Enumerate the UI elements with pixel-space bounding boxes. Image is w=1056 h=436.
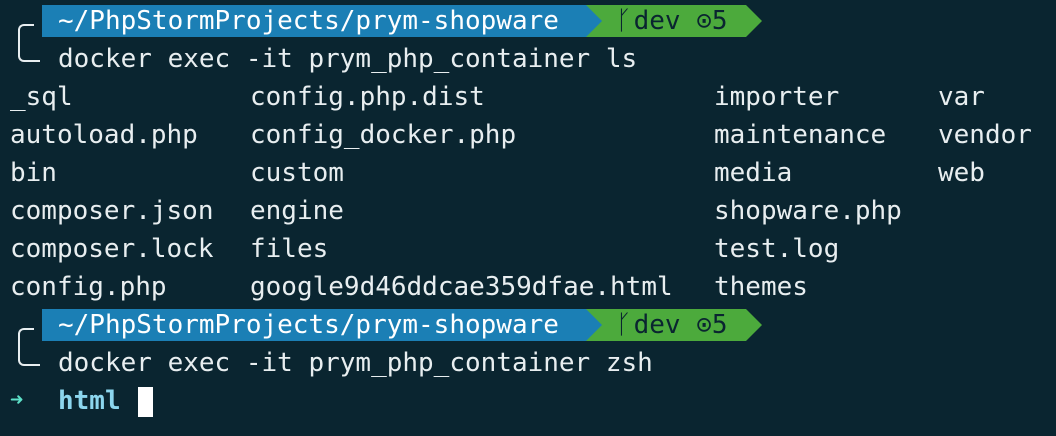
prompt-arrow-icon: ➜ <box>10 388 24 413</box>
list-item: maintenance <box>714 120 887 150</box>
list-item: composer.lock <box>10 234 214 264</box>
git-status-segment: ᚴdev ⊙5 <box>586 309 746 341</box>
list-item: composer.json <box>10 196 214 226</box>
list-item: test.log <box>714 234 840 264</box>
list-item: config.php <box>10 272 167 302</box>
git-stash-icon: ⊙ <box>696 310 712 340</box>
prompt-path: ~/PhpStormProjects/prym-shopware <box>42 5 586 37</box>
git-status-segment: ᚴdev ⊙5 <box>586 5 746 37</box>
list-item: files <box>250 234 329 264</box>
git-stash-icon: ⊙ <box>696 6 712 36</box>
powerline-separator <box>586 5 602 37</box>
list-item: _sql <box>10 82 73 112</box>
list-item: shopware.php <box>714 196 902 226</box>
list-item: config_docker.php <box>250 120 517 150</box>
git-status-count: 5 <box>711 6 728 36</box>
git-branch-name: dev <box>633 310 681 340</box>
powerline-separator <box>586 309 602 341</box>
list-item: custom <box>250 158 344 188</box>
prompt-corner-bottom <box>18 348 40 366</box>
git-branch-icon: ᚴ <box>616 6 632 36</box>
prompt-path: ~/PhpStormProjects/prym-shopware <box>42 309 586 341</box>
powerline-separator <box>746 309 762 341</box>
terminal-cursor[interactable] <box>138 387 153 417</box>
powerline-separator <box>746 5 762 37</box>
list-item: vendor <box>938 120 1032 150</box>
list-item: themes <box>714 272 808 302</box>
prompt-corner-top <box>18 24 34 46</box>
list-item: config.php.dist <box>250 82 485 112</box>
git-branch-icon: ᚴ <box>616 310 632 340</box>
prompt-corner-bottom <box>18 44 40 62</box>
list-item: google9d46ddcae359dfae.html <box>250 272 673 302</box>
prompt-corner-top <box>18 328 34 350</box>
git-branch-name: dev <box>633 6 681 36</box>
list-item: importer <box>714 82 840 112</box>
list-item: web <box>938 158 985 188</box>
list-item: bin <box>10 158 57 188</box>
list-item: engine <box>250 196 344 226</box>
list-item: media <box>714 158 793 188</box>
command-text: docker exec -it prym_php_container ls <box>58 44 638 74</box>
command-text: docker exec -it prym_php_container zsh <box>58 348 653 378</box>
git-status-count: 5 <box>711 310 728 340</box>
current-directory: html <box>58 386 121 416</box>
list-item: var <box>938 82 985 112</box>
list-item: autoload.php <box>10 120 198 150</box>
